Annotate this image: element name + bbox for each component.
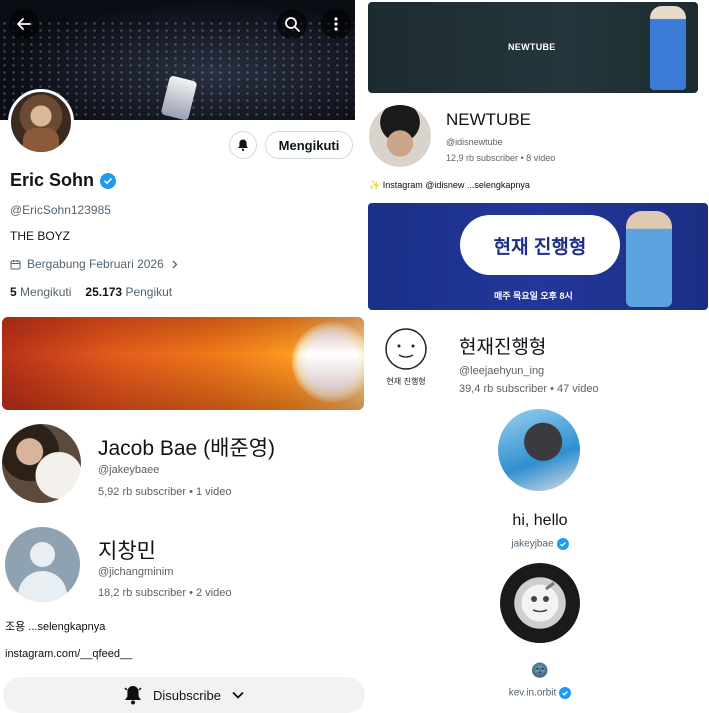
account-avatar-jakeyjbae[interactable]: [498, 409, 580, 491]
channel-name: Jacob Bae (배준영): [98, 437, 276, 460]
face-doodle-icon: 현재 진행형: [385, 328, 427, 386]
banner-text: NEWTUBE: [508, 42, 556, 52]
channel-name: 현재진행형: [459, 337, 547, 358]
unsubscribe-label: Disubscribe: [153, 687, 221, 703]
channel-handle: @jichangminim: [98, 566, 174, 578]
profile-name-text: Eric Sohn: [10, 170, 95, 190]
channel-avatar-jacob[interactable]: [2, 424, 81, 503]
verified-badge-icon: [556, 538, 569, 550]
channel-stats: 12,9 rb subscriber • 8 video: [446, 153, 556, 163]
account-handle: kev.in.orbit: [508, 687, 557, 699]
account-handle: jakeyjbae: [511, 538, 554, 550]
channel-name: 지창민: [98, 540, 156, 563]
account-handle-row[interactable]: kev.in.orbit: [440, 687, 640, 699]
channel-stats: 18,2 rb subscriber • 2 video: [98, 587, 232, 599]
channel-stats: 5,92 rb subscriber • 1 video: [98, 486, 232, 498]
channel-banner-newtube: NEWTUBE: [368, 2, 698, 93]
more-vertical-icon: [334, 17, 338, 31]
following-button[interactable]: Mengikuti: [265, 131, 353, 159]
chevron-down-icon: [232, 691, 244, 699]
following-stat[interactable]: 5 Mengikuti: [10, 285, 71, 299]
joined-date-text: Bergabung Februari 2026: [27, 257, 164, 271]
followers-count: 25.173: [85, 285, 123, 299]
banner-subtitle: 매주 목요일 오후 8시: [494, 291, 573, 301]
search-icon: [285, 17, 300, 32]
joined-date[interactable]: Bergabung Februari 2026: [10, 257, 179, 271]
verified-badge-icon: [559, 687, 572, 699]
followers-label: Pengikut: [125, 285, 173, 299]
channel-description[interactable]: 조용 ...selengkapnya: [5, 618, 105, 634]
banner-title: 현재 진행형: [460, 215, 620, 275]
channel-handle: @jakeybaee: [98, 464, 160, 476]
unsubscribe-button[interactable]: Disubscribe: [3, 677, 365, 713]
channel-avatar-newtube[interactable]: [369, 105, 431, 167]
account-display-name: 🌚: [531, 662, 549, 678]
profile-avatar[interactable]: [8, 89, 74, 155]
account-handle-row[interactable]: jakeyjbae: [440, 538, 640, 550]
followers-stat[interactable]: 25.173 Pengikut: [85, 285, 172, 299]
following-label: Mengikuti: [20, 285, 72, 299]
bell-filled-icon: [124, 686, 142, 705]
back-button[interactable]: [9, 9, 39, 39]
profile-bio: THE BOYZ: [10, 229, 71, 243]
profile-handle: @EricSohn123985: [10, 203, 111, 217]
account-avatar-kevin[interactable]: [500, 563, 580, 643]
logo-text: 현재 진행형: [386, 376, 425, 386]
channel-name: NEWTUBE: [446, 110, 531, 129]
channel-link[interactable]: instagram.com/__qfeed__: [5, 648, 132, 660]
channel-handle: @leejaehyun_ing: [459, 365, 545, 377]
channel-banner-leejaehyun: 현재 진행형 매주 목요일 오후 8시: [368, 203, 708, 310]
arrow-left-icon: [17, 18, 31, 30]
moon-face-icon: [531, 581, 555, 613]
verified-badge-icon: [100, 172, 117, 189]
channel-description[interactable]: ✨ Instagram @idisnew ...selengkapnya: [369, 180, 530, 191]
channel-stats: 39,4 rb subscriber • 47 video: [459, 383, 599, 395]
calendar-icon: [10, 259, 21, 269]
following-count: 5: [10, 285, 17, 299]
notification-button[interactable]: [229, 131, 257, 159]
account-display-name: hi, hello: [512, 512, 568, 529]
channel-avatar-default[interactable]: [5, 527, 80, 602]
channel-banner-sunset: [2, 317, 364, 410]
follow-stats: 5 Mengikuti 25.173 Pengikut: [10, 285, 172, 299]
chevron-right-icon: [172, 260, 178, 268]
channel-avatar-leejaehyun[interactable]: 현재 진행형: [375, 319, 437, 391]
more-options-button[interactable]: [321, 9, 351, 39]
search-button[interactable]: [277, 9, 307, 39]
bell-icon: [238, 139, 248, 151]
channel-handle: @idisnewtube: [446, 137, 503, 147]
profile-name: Eric Sohn: [10, 170, 117, 191]
